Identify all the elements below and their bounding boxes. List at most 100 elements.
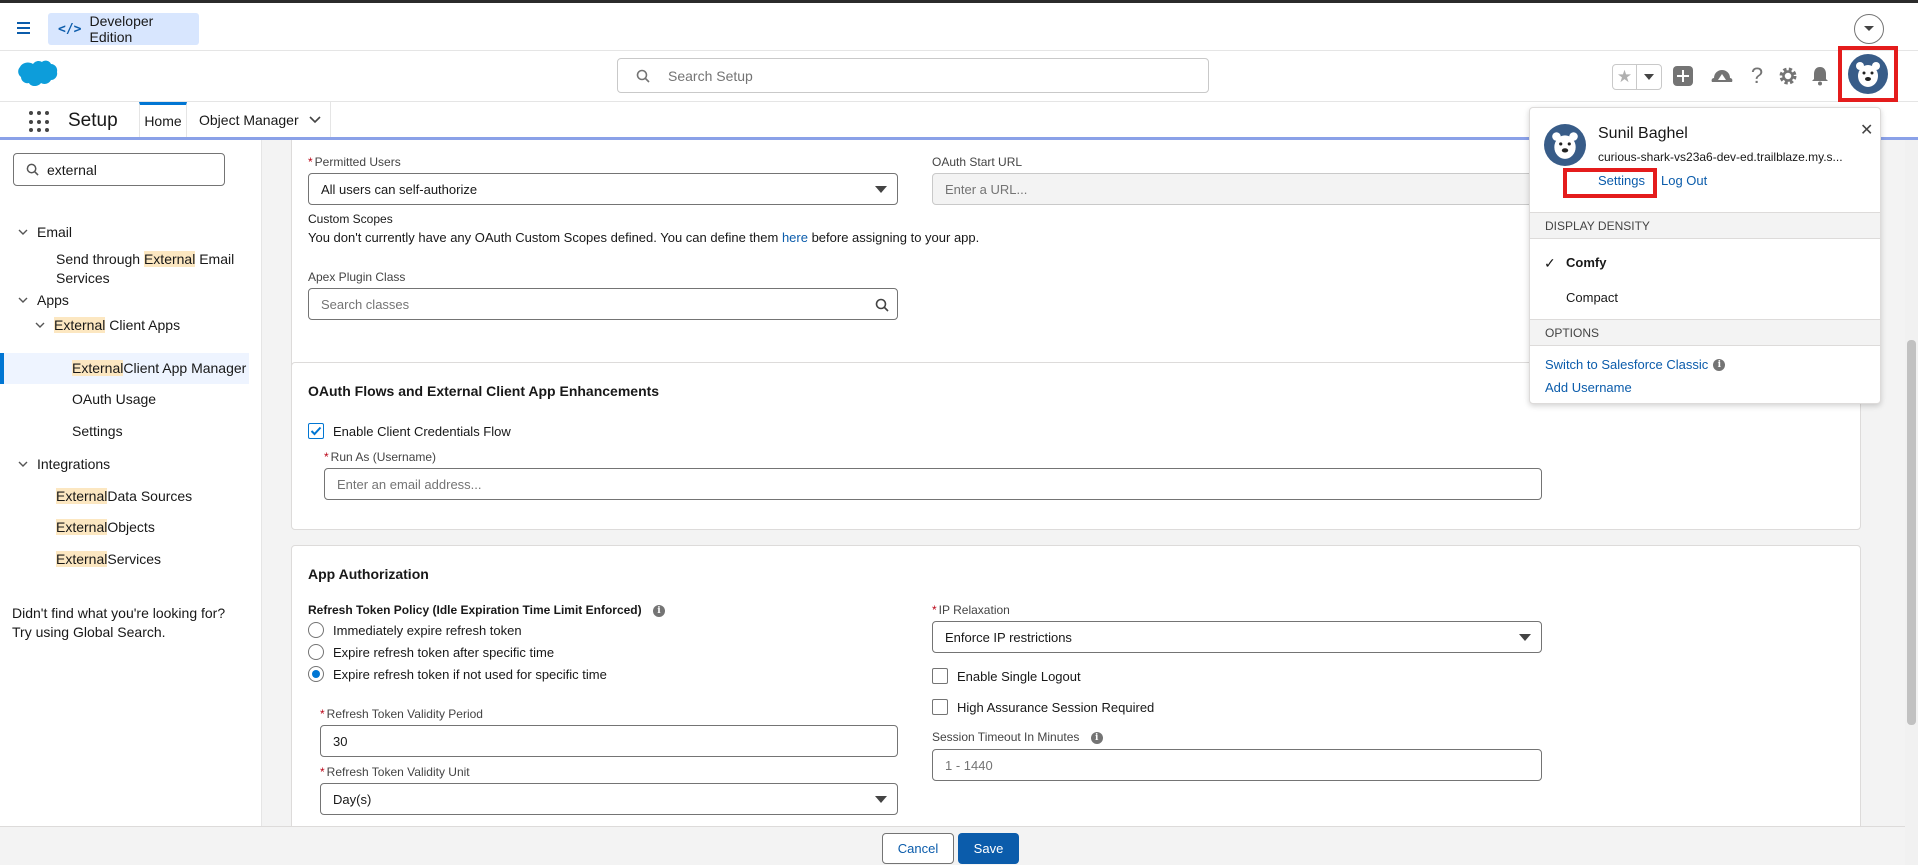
salesforce-logo-icon[interactable] [16, 59, 58, 89]
search-highlight: External [72, 360, 124, 376]
session-timeout-input[interactable]: 1 - 1440 [932, 749, 1542, 781]
refresh-radio-immediately[interactable] [308, 622, 324, 638]
notification-bell-icon[interactable] [1808, 61, 1832, 91]
user-profile-popover: Sunil Baghel curious-shark-vs23a6-dev-ed… [1529, 107, 1881, 404]
info-icon[interactable]: i [652, 604, 665, 617]
bear-avatar-icon [1552, 132, 1578, 159]
oauth-start-url-label: OAuth Start URL [932, 155, 1023, 169]
quick-find-input[interactable]: external [13, 153, 225, 186]
switch-classic-link[interactable]: Switch to Salesforce Classic i [1545, 357, 1726, 372]
app-launcher-icon[interactable] [29, 111, 51, 133]
close-icon[interactable]: ✕ [1860, 120, 1873, 140]
chevron-down-icon[interactable] [15, 292, 31, 308]
tree-node-apps[interactable]: Apps [15, 292, 69, 308]
oauth-start-url-input[interactable]: Enter a URL... [932, 173, 1542, 205]
permitted-users-select[interactable]: All users can self-authorize [308, 173, 898, 205]
tree-item-external-services[interactable]: External Services [56, 551, 161, 567]
gear-icon[interactable] [1776, 61, 1800, 91]
bear-avatar-icon [1856, 62, 1880, 87]
edition-label: Developer Edition [89, 13, 154, 45]
tree-item-text: Services [107, 551, 162, 567]
tab-object-manager[interactable]: Object Manager [188, 102, 331, 137]
developer-edition-badge[interactable]: </> Developer Edition [48, 13, 199, 45]
tree-item-text: Client App Manager [123, 360, 247, 376]
tree-node-external-client-apps[interactable]: External Client Apps [32, 317, 180, 333]
trailhead-icon[interactable] [1709, 61, 1735, 91]
settings-link[interactable]: Settings [1598, 173, 1645, 188]
session-timeout-label: Session Timeout In Minutes i [932, 730, 1103, 744]
chevron-down-icon[interactable] [32, 317, 48, 333]
custom-scopes-here-link[interactable]: here [782, 230, 808, 245]
search-highlight: External [143, 251, 196, 267]
tree-item-text: Send through [56, 251, 144, 267]
chevron-down-icon[interactable] [15, 224, 31, 240]
apex-plugin-placeholder: Search classes [321, 296, 410, 312]
single-logout-checkbox[interactable] [932, 668, 948, 684]
scrollbar-thumb[interactable] [1907, 340, 1916, 725]
add-icon[interactable] [1670, 61, 1696, 91]
chevron-down-icon [309, 115, 321, 123]
high-assurance-checkbox[interactable] [932, 699, 948, 715]
user-avatar-button[interactable] [1838, 46, 1898, 102]
dropdown-circle-button[interactable] [1854, 14, 1884, 44]
tree-node-label: Email [37, 224, 73, 240]
validity-period-input[interactable]: 30 [320, 725, 898, 757]
validity-period-label: * Refresh Token Validity Period [320, 707, 483, 721]
tree-item-oauth-usage[interactable]: OAuth Usage [72, 391, 156, 407]
tab-home-label: Home [144, 113, 182, 129]
info-icon[interactable]: i [1090, 731, 1103, 744]
validity-unit-select[interactable]: Day(s) [320, 783, 898, 815]
refresh-radio-after-time[interactable] [308, 644, 324, 660]
tree-node-label: Apps [37, 292, 69, 308]
search-icon [875, 298, 889, 312]
tree-item-external-client-app-manager[interactable]: External Client App Manager [72, 360, 246, 376]
validity-unit-label: * Refresh Token Validity Unit [320, 765, 470, 779]
chevron-down-icon[interactable] [15, 456, 31, 472]
caret-down-icon [1519, 634, 1531, 641]
refresh-option-label: Expire refresh token after specific time [333, 645, 555, 660]
refresh-radio-if-not-used[interactable] [308, 666, 324, 682]
options-header: OPTIONS [1530, 319, 1880, 346]
tree-node-integrations[interactable]: Integrations [15, 456, 110, 472]
permitted-users-value: All users can self-authorize [321, 181, 478, 197]
custom-scopes-label: Custom Scopes [308, 212, 393, 226]
hamburger-menu-icon[interactable] [14, 20, 34, 36]
logout-link[interactable]: Log Out [1661, 173, 1707, 188]
oauth-flows-title: OAuth Flows and External Client App Enha… [308, 383, 660, 399]
chevron-down-icon [1644, 74, 1654, 80]
favorite-star-icon[interactable]: ★ [1613, 65, 1638, 89]
density-option-compact[interactable]: Compact [1566, 290, 1618, 305]
custom-scopes-text: You don't currently have any OAuth Custo… [308, 230, 980, 245]
refresh-policy-label: Refresh Token Policy (Idle Expiration Ti… [308, 603, 665, 617]
add-username-link[interactable]: Add Username [1545, 380, 1632, 395]
tree-item-send-external-email[interactable]: Send through External Email Services [56, 250, 246, 288]
high-assurance-label: High Assurance Session Required [957, 700, 1155, 715]
tab-home[interactable]: Home [139, 102, 187, 137]
search-icon [636, 69, 650, 83]
density-option-comfy[interactable]: Comfy [1566, 255, 1606, 270]
single-logout-label: Enable Single Logout [957, 669, 1081, 684]
search-setup-input[interactable]: Search Setup [617, 58, 1209, 93]
search-highlight: External [56, 488, 108, 504]
tree-item-settings[interactable]: Settings [72, 423, 123, 439]
help-icon[interactable]: ? [1745, 61, 1769, 91]
client-credentials-checkbox[interactable] [308, 423, 324, 439]
app-authorization-card: App Authorization Refresh Token Policy (… [291, 545, 1861, 826]
app-title: Setup [68, 110, 118, 131]
info-icon[interactable]: i [1713, 358, 1726, 371]
save-button[interactable]: Save [958, 833, 1019, 864]
setup-sidebar: external Email Send through External Ema… [0, 140, 262, 826]
ip-relaxation-label: * IP Relaxation [932, 603, 1010, 617]
favorites-list-button[interactable] [1637, 65, 1661, 89]
display-density-header: DISPLAY DENSITY [1530, 212, 1880, 239]
run-as-input[interactable]: Enter an email address... [324, 468, 1542, 500]
ip-relaxation-select[interactable]: Enforce IP restrictions [932, 621, 1542, 653]
tree-node-email[interactable]: Email [15, 224, 72, 240]
tree-node-label: Integrations [37, 456, 111, 472]
permitted-users-label: * Permitted Users [308, 155, 401, 169]
apex-plugin-search-input[interactable]: Search classes [308, 288, 898, 320]
validity-period-value: 30 [333, 733, 348, 749]
cancel-button[interactable]: Cancel [882, 833, 954, 864]
tree-item-external-objects[interactable]: External Objects [56, 519, 155, 535]
tree-item-external-data-sources[interactable]: External Data Sources [56, 488, 192, 504]
